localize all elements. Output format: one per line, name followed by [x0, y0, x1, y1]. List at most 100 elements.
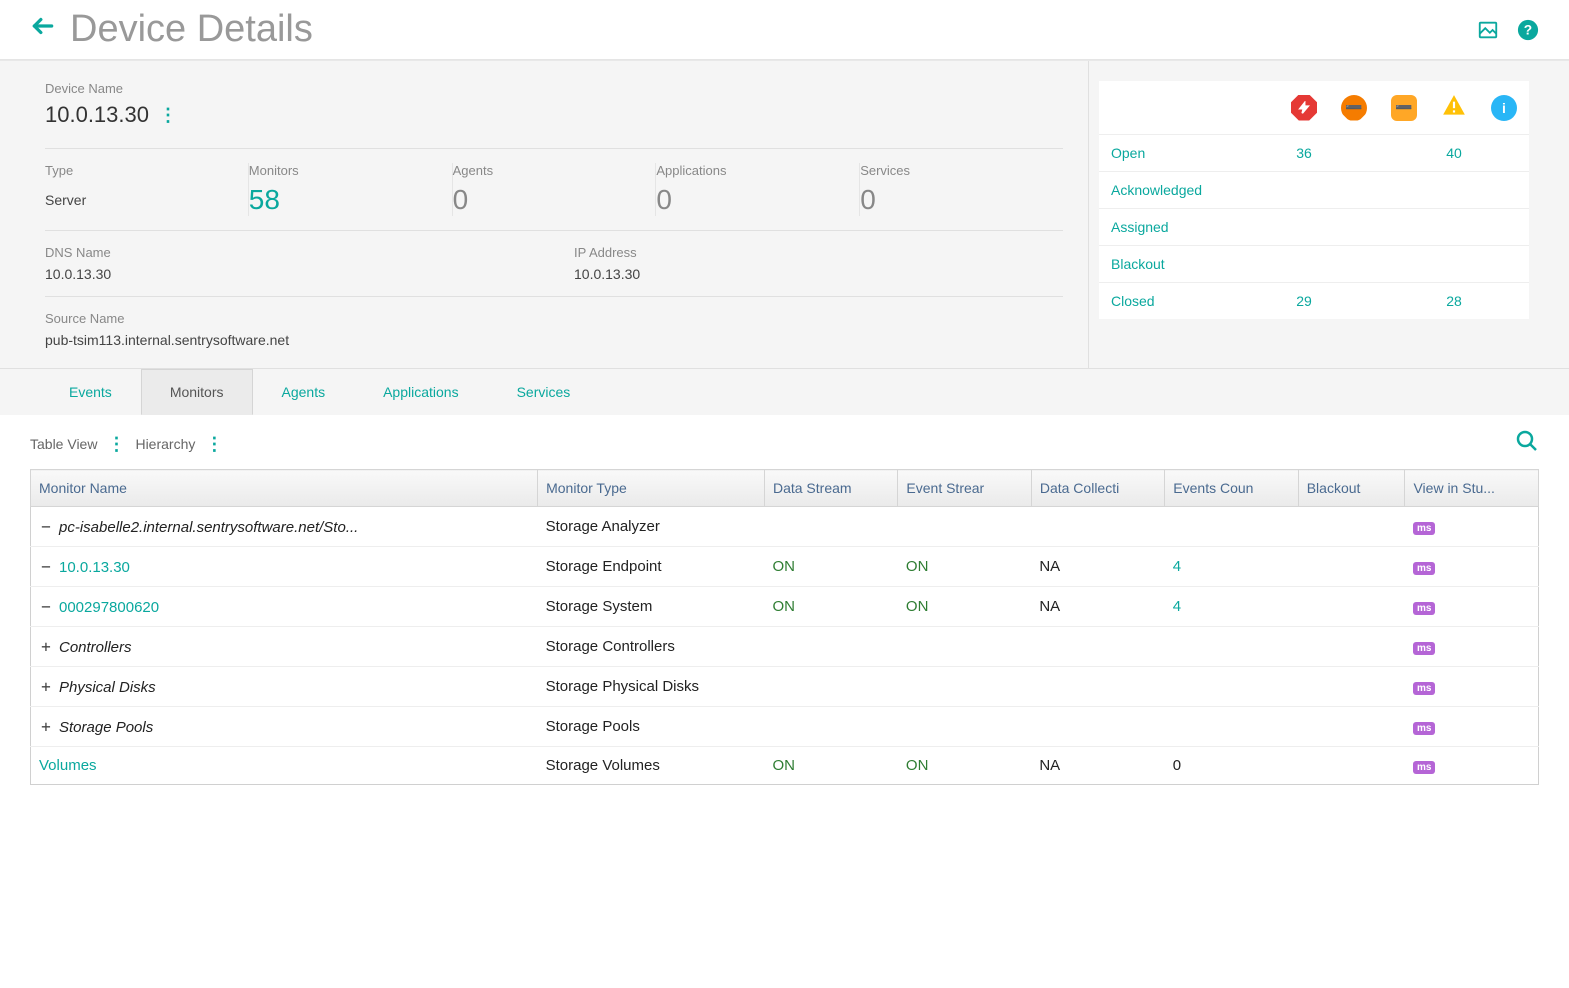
monitors-cell[interactable]: Monitors 58 [249, 163, 453, 216]
table-row[interactable]: Volumes Storage Volumes ON ON NA 0 ms [31, 747, 1539, 785]
title-wrap: Device Details [30, 8, 313, 51]
expand-icon[interactable]: + [39, 637, 53, 656]
table-row[interactable]: +Physical Disks Storage Physical Disks m… [31, 667, 1539, 707]
col-blackout[interactable]: Blackout [1298, 470, 1405, 507]
col-view-studio[interactable]: View in Stu... [1405, 470, 1539, 507]
help-icon[interactable]: ? [1517, 19, 1539, 41]
severity-minor-icon: ➖ [1391, 95, 1417, 121]
studio-icon[interactable]: ms [1413, 761, 1435, 774]
hierarchy-menu-icon[interactable]: ⋮ [205, 434, 223, 455]
table-view-menu-icon[interactable]: ⋮ [107, 434, 125, 455]
events-count[interactable]: 4 [1173, 558, 1181, 575]
studio-icon[interactable]: ms [1413, 642, 1435, 655]
events-count[interactable]: 4 [1173, 598, 1181, 615]
studio-icon[interactable]: ms [1413, 602, 1435, 615]
tab-applications[interactable]: Applications [354, 369, 488, 415]
services-label: Services [860, 163, 1048, 178]
open-row[interactable]: Open 36 40 [1099, 135, 1529, 172]
agents-cell[interactable]: Agents 0 [453, 163, 657, 216]
closed-label[interactable]: Closed [1111, 293, 1155, 309]
tab-monitors[interactable]: Monitors [141, 369, 253, 415]
studio-icon[interactable]: ms [1413, 722, 1435, 735]
monitor-name[interactable]: Volumes [39, 757, 97, 774]
ack-row[interactable]: Acknowledged [1099, 172, 1529, 209]
source-value: pub-tsim113.internal.sentrysoftware.net [45, 332, 1063, 348]
monitor-name: Physical Disks [59, 679, 156, 696]
closed-warning[interactable]: 28 [1429, 283, 1479, 320]
ack-label[interactable]: Acknowledged [1111, 182, 1202, 198]
device-name-row: 10.0.13.30 ⋮ [45, 102, 1063, 128]
col-data-stream[interactable]: Data Stream [764, 470, 897, 507]
monitor-grid-wrap: Monitor Name Monitor Type Data Stream Ev… [0, 469, 1569, 805]
open-critical[interactable]: 36 [1279, 135, 1329, 172]
closed-row[interactable]: Closed 29 28 [1099, 283, 1529, 320]
grid-header-row: Monitor Name Monitor Type Data Stream Ev… [31, 470, 1539, 507]
table-row[interactable]: −pc-isabelle2.internal.sentrysoftware.ne… [31, 507, 1539, 547]
col-event-stream[interactable]: Event Strear [898, 470, 1031, 507]
blackout-label[interactable]: Blackout [1111, 256, 1165, 272]
dns-ip-row: DNS Name 10.0.13.30 IP Address 10.0.13.3… [45, 245, 1063, 282]
expand-icon[interactable]: + [39, 677, 53, 696]
minor-header: ➖ [1379, 81, 1429, 135]
expand-icon[interactable]: + [39, 717, 53, 736]
collapse-icon[interactable]: − [39, 597, 53, 616]
applications-cell[interactable]: Applications 0 [656, 163, 860, 216]
monitor-type: Storage Analyzer [538, 507, 765, 547]
source-label: Source Name [45, 311, 1063, 326]
studio-icon[interactable]: ms [1413, 682, 1435, 695]
device-info-panel: Device Name 10.0.13.30 ⋮ Type Server Mon… [0, 61, 1089, 368]
tab-agents[interactable]: Agents [253, 369, 355, 415]
assigned-label[interactable]: Assigned [1111, 219, 1169, 235]
event-stream-val: ON [906, 598, 929, 615]
studio-icon[interactable]: ms [1413, 522, 1435, 535]
applications-value: 0 [656, 184, 844, 216]
more-options-icon[interactable]: ⋮ [159, 105, 177, 126]
col-monitor-type[interactable]: Monitor Type [538, 470, 765, 507]
warning-header [1429, 81, 1479, 135]
monitor-type: Storage Controllers [538, 627, 765, 667]
assigned-row[interactable]: Assigned [1099, 209, 1529, 246]
collapse-icon[interactable]: − [39, 557, 53, 576]
data-stream-val: ON [772, 558, 795, 575]
closed-critical[interactable]: 29 [1279, 283, 1329, 320]
tab-events[interactable]: Events [40, 369, 141, 415]
top-actions: ? [1477, 19, 1539, 41]
ip-col: IP Address 10.0.13.30 [574, 245, 1063, 282]
table-row[interactable]: −10.0.13.30 Storage Endpoint ON ON NA 4 … [31, 547, 1539, 587]
open-label[interactable]: Open [1111, 145, 1145, 161]
content-area: Device Name 10.0.13.30 ⋮ Type Server Mon… [0, 60, 1569, 368]
table-row[interactable]: +Storage Pools Storage Pools ms [31, 707, 1539, 747]
open-major[interactable] [1329, 135, 1379, 172]
back-arrow-icon[interactable] [30, 13, 56, 46]
open-info[interactable] [1479, 135, 1529, 172]
col-events-count[interactable]: Events Coun [1165, 470, 1298, 507]
image-icon[interactable] [1477, 19, 1499, 41]
monitor-name[interactable]: 000297800620 [59, 599, 159, 616]
open-warning[interactable]: 40 [1429, 135, 1479, 172]
view-options: Table View ⋮ Hierarchy ⋮ [30, 434, 223, 455]
table-row[interactable]: −000297800620 Storage System ON ON NA 4 … [31, 587, 1539, 627]
search-icon[interactable] [1515, 429, 1539, 459]
tab-services[interactable]: Services [488, 369, 600, 415]
services-cell[interactable]: Services 0 [860, 163, 1063, 216]
data-stream-val: ON [772, 598, 795, 615]
type-value: Server [45, 192, 233, 208]
applications-label: Applications [656, 163, 844, 178]
studio-icon[interactable]: ms [1413, 562, 1435, 575]
hierarchy-option[interactable]: Hierarchy [135, 436, 195, 452]
divider [45, 230, 1063, 231]
monitor-type: Storage Endpoint [538, 547, 765, 587]
open-minor[interactable] [1379, 135, 1429, 172]
stats-row: Type Server Monitors 58 Agents 0 Applica… [45, 163, 1063, 216]
table-row[interactable]: +Controllers Storage Controllers ms [31, 627, 1539, 667]
blackout-row[interactable]: Blackout [1099, 246, 1529, 283]
monitor-type: Storage System [538, 587, 765, 627]
monitor-name[interactable]: 10.0.13.30 [59, 559, 130, 576]
col-monitor-name[interactable]: Monitor Name [31, 470, 538, 507]
col-data-collection[interactable]: Data Collecti [1031, 470, 1164, 507]
table-view-option[interactable]: Table View [30, 436, 97, 452]
critical-header [1279, 81, 1329, 135]
collapse-icon[interactable]: − [39, 517, 53, 536]
agents-value: 0 [453, 184, 641, 216]
severity-critical-icon [1291, 95, 1317, 121]
